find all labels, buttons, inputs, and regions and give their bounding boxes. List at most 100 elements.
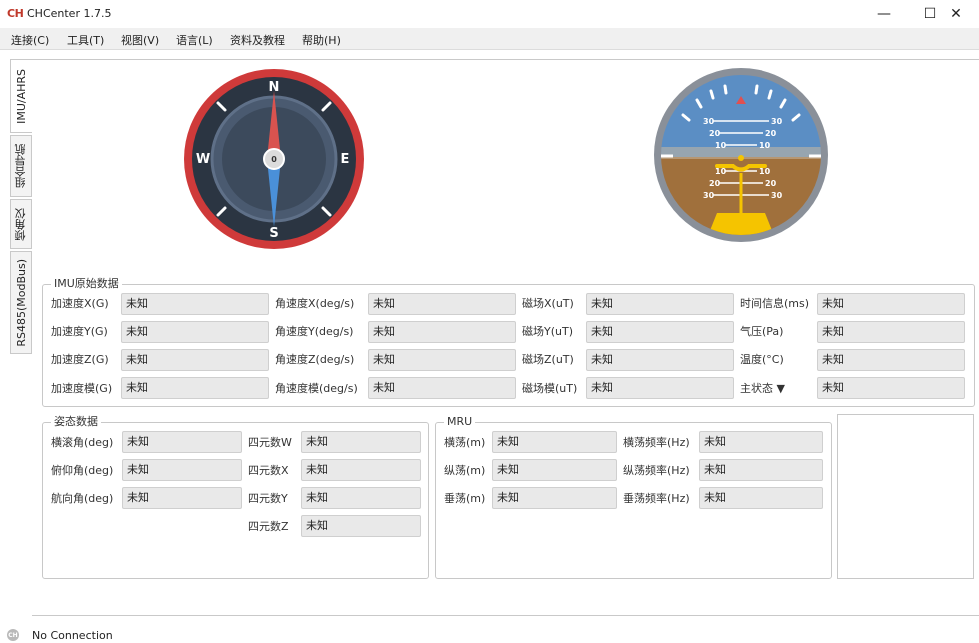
surge-field[interactable]: 未知	[492, 459, 617, 481]
sway-label: 横荡(m)	[444, 436, 486, 449]
temperature-label: 温度(°C)	[740, 353, 784, 366]
gyro-norm-label: 角速度模(deg/s)	[275, 382, 358, 395]
attitude-data-title: 姿态数据	[51, 415, 101, 429]
accel-norm-field[interactable]: 未知	[121, 377, 269, 399]
quat-x-label: 四元数X	[248, 464, 289, 477]
time-info-field[interactable]: 未知	[817, 293, 965, 315]
yaw-field[interactable]: 未知	[122, 487, 242, 509]
main-status-field[interactable]: 未知	[817, 377, 965, 399]
tab-imu-ahrs-label: IMU/AHRS	[15, 68, 28, 124]
attitude-indicator: 30 30 20 20 10 10 10 10 20 20 30 30	[654, 68, 828, 242]
heave-field[interactable]: 未知	[492, 487, 617, 509]
tab-integrated-navigation-label: 组合导航	[14, 144, 27, 188]
surge-freq-label: 纵荡频率(Hz)	[623, 464, 690, 477]
compass-south-label: S	[269, 226, 278, 241]
pitch-label-up-30: 30	[703, 117, 715, 126]
tab-integrated-navigation[interactable]: 组合导航	[10, 135, 32, 197]
mag-norm-field[interactable]: 未知	[586, 377, 734, 399]
main-status-dropdown[interactable]: 主状态 ▼	[740, 382, 785, 396]
mag-y-field[interactable]: 未知	[586, 321, 734, 343]
connection-status-text: No Connection	[32, 629, 113, 642]
mag-y-label: 磁场Y(uT)	[522, 325, 573, 338]
pitch-label: 俯仰角(deg)	[51, 464, 114, 477]
accel-z-label: 加速度Z(G)	[51, 353, 109, 366]
gyro-x-field[interactable]: 未知	[368, 293, 516, 315]
accel-x-field[interactable]: 未知	[121, 293, 269, 315]
gyro-y-label: 角速度Y(deg/s)	[275, 325, 354, 338]
menu-bar: 连接(C) 工具(T) 视图(V) 语言(L) 资料及教程 帮助(H)	[0, 28, 979, 50]
tab-inclinometer-label: 倾角仪	[14, 207, 27, 241]
mag-z-field[interactable]: 未知	[586, 349, 734, 371]
pitch-label-up-30-right: 30	[771, 117, 783, 126]
pitch-label-down-30: 30	[703, 191, 715, 200]
pitch-label-up-10-right: 10	[759, 141, 771, 150]
time-info-label: 时间信息(ms)	[740, 297, 810, 310]
quat-w-label: 四元数W	[248, 436, 292, 449]
surge-freq-field[interactable]: 未知	[699, 459, 823, 481]
accel-z-field[interactable]: 未知	[121, 349, 269, 371]
pitch-label-up-20: 20	[709, 129, 721, 138]
accel-y-field[interactable]: 未知	[121, 321, 269, 343]
pitch-label-down-10: 10	[715, 167, 727, 176]
quat-z-field[interactable]: 未知	[301, 515, 421, 537]
pitch-label-down-30-right: 30	[771, 191, 783, 200]
compass-east-label: E	[341, 152, 350, 167]
heave-freq-label: 垂荡频率(Hz)	[623, 492, 690, 505]
pitch-label-up-20-right: 20	[765, 129, 777, 138]
heave-freq-field[interactable]: 未知	[699, 487, 823, 509]
roll-field[interactable]: 未知	[122, 431, 242, 453]
mag-z-label: 磁场Z(uT)	[522, 353, 574, 366]
compass-heading-value: 0	[271, 155, 277, 164]
close-button[interactable]: ✕	[933, 0, 979, 28]
tab-inclinometer[interactable]: 倾角仪	[10, 199, 32, 249]
gyro-norm-field[interactable]: 未知	[368, 377, 516, 399]
pitch-label-up-10: 10	[715, 141, 727, 150]
heave-label: 垂荡(m)	[444, 492, 486, 505]
quat-w-field[interactable]: 未知	[301, 431, 421, 453]
menu-tools[interactable]: 工具(T)	[67, 32, 104, 48]
quat-x-field[interactable]: 未知	[301, 459, 421, 481]
menu-view[interactable]: 视图(V)	[121, 32, 159, 48]
tab-rs485-modbus-label: RS485(ModBus)	[14, 258, 28, 347]
quat-y-field[interactable]: 未知	[301, 487, 421, 509]
menu-connect[interactable]: 连接(C)	[11, 32, 49, 48]
temperature-field[interactable]: 未知	[817, 349, 965, 371]
roll-label: 横滚角(deg)	[51, 436, 114, 449]
compass-gauge: N E S W 0	[184, 69, 364, 249]
pitch-field[interactable]: 未知	[122, 459, 242, 481]
sway-field[interactable]: 未知	[492, 431, 617, 453]
app-logo-icon: CH	[7, 7, 24, 20]
yaw-label: 航向角(deg)	[51, 492, 114, 505]
menu-help[interactable]: 帮助(H)	[302, 32, 341, 48]
title-bar: CH CHCenter 1.7.5 — ☐ ✕	[0, 0, 979, 28]
imu-raw-data-title: IMU原始数据	[51, 277, 122, 291]
surge-label: 纵荡(m)	[444, 464, 486, 477]
accel-norm-label: 加速度模(G)	[51, 382, 113, 395]
gyro-z-label: 角速度Z(deg/s)	[275, 353, 355, 366]
accel-x-label: 加速度X(G)	[51, 297, 109, 310]
pitch-label-down-10-right: 10	[759, 167, 771, 176]
pitch-label-down-20-right: 20	[765, 179, 777, 188]
gyro-y-field[interactable]: 未知	[368, 321, 516, 343]
compass-north-label: N	[269, 80, 280, 95]
gyro-x-label: 角速度X(deg/s)	[275, 297, 355, 310]
accel-y-label: 加速度Y(G)	[51, 325, 108, 338]
sway-freq-field[interactable]: 未知	[699, 431, 823, 453]
sway-freq-label: 横荡频率(Hz)	[623, 436, 690, 449]
quat-z-label: 四元数Z	[248, 520, 289, 533]
tab-rs485-modbus[interactable]: RS485(ModBus)	[10, 251, 32, 354]
mru-title: MRU	[444, 415, 476, 429]
minimize-button[interactable]: —	[861, 0, 907, 28]
menu-language[interactable]: 语言(L)	[176, 32, 213, 48]
menu-docs[interactable]: 资料及教程	[230, 32, 285, 48]
pressure-field[interactable]: 未知	[817, 321, 965, 343]
window-title: CHCenter 1.7.5	[27, 7, 112, 20]
tab-imu-ahrs[interactable]: IMU/AHRS	[10, 59, 32, 133]
gyro-z-field[interactable]: 未知	[368, 349, 516, 371]
mag-x-field[interactable]: 未知	[586, 293, 734, 315]
quat-y-label: 四元数Y	[248, 492, 288, 505]
compass-west-label: W	[196, 152, 210, 167]
attitude-sky	[661, 75, 821, 157]
mag-x-label: 磁场X(uT)	[522, 297, 574, 310]
empty-side-panel	[837, 414, 974, 579]
